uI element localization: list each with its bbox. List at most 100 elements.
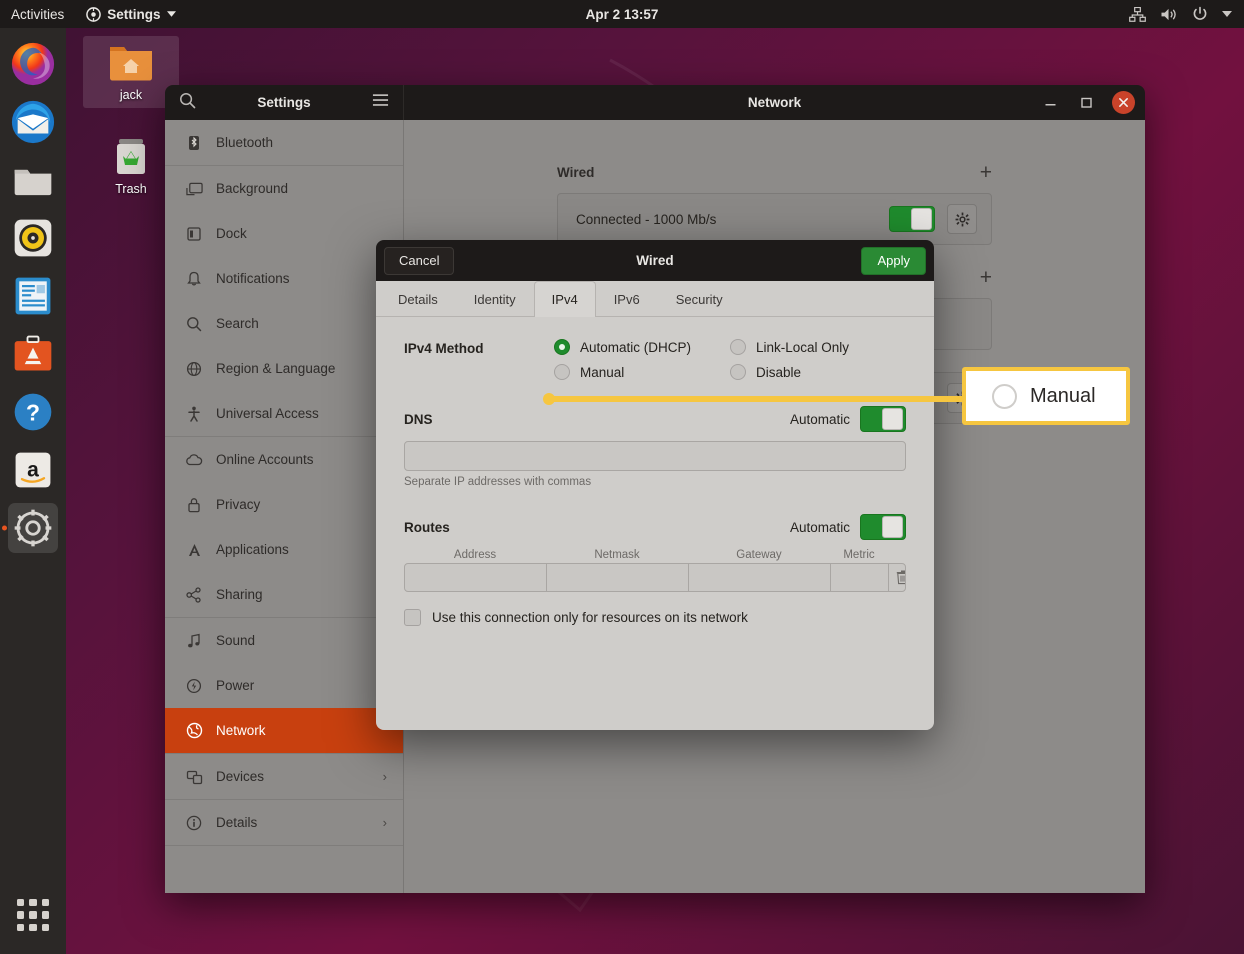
help-icon: ? [14, 393, 52, 431]
radio-indicator [554, 339, 570, 355]
radio-manual[interactable]: Manual [554, 364, 730, 380]
dock-item-files[interactable] [8, 155, 58, 205]
volume-icon[interactable] [1160, 7, 1178, 22]
dns-title: DNS [404, 411, 433, 427]
dock-item-thunderbird[interactable] [8, 97, 58, 147]
network-connection-row[interactable]: Connected - 1000 Mb/s [557, 193, 992, 245]
dialog-content: IPv4 Method Automatic (DHCP) Link-Local … [376, 317, 934, 730]
grid-dot [41, 899, 49, 907]
window-titlebar[interactable]: Settings Network [165, 85, 1145, 120]
sidebar-item-online-accounts[interactable]: Online Accounts [165, 437, 403, 482]
radio-link-local-only[interactable]: Link-Local Only [730, 339, 906, 355]
sidebar-item-universal-access[interactable]: Universal Access [165, 391, 403, 436]
sidebar-item-power[interactable]: Power [165, 663, 403, 708]
dock-item-amazon[interactable]: a [8, 445, 58, 495]
route-address-input[interactable] [405, 564, 547, 591]
radio-disable[interactable]: Disable [730, 364, 906, 380]
search-icon[interactable] [179, 92, 196, 114]
routes-automatic-toggle[interactable] [860, 514, 906, 540]
sidebar-item-privacy[interactable]: Privacy [165, 482, 403, 527]
dock-item-firefox[interactable] [8, 39, 58, 89]
dock-item-settings[interactable] [8, 503, 58, 553]
apply-button[interactable]: Apply [861, 246, 926, 275]
annotation-pointer-line [546, 396, 976, 402]
route-metric-input[interactable] [831, 564, 889, 591]
hamburger-menu-icon[interactable] [372, 93, 389, 112]
dns-input[interactable] [404, 441, 906, 471]
sidebar-item-devices[interactable]: Devices › [165, 754, 403, 799]
connection-toggle[interactable] [889, 206, 935, 232]
sidebar-item-label: Universal Access [216, 406, 319, 421]
route-netmask-input[interactable] [547, 564, 689, 591]
tab-ipv6[interactable]: IPv6 [596, 281, 658, 316]
tab-details[interactable]: Details [380, 281, 456, 316]
minimize-button[interactable] [1040, 93, 1060, 113]
sidebar-item-sound[interactable]: Sound [165, 618, 403, 663]
tab-identity[interactable]: Identity [456, 281, 534, 316]
sidebar-separator [165, 845, 403, 846]
status-indicators[interactable] [1129, 6, 1232, 22]
grid-dot [29, 923, 37, 931]
sidebar-item-label: Sound [216, 633, 256, 648]
maximize-button[interactable] [1076, 93, 1096, 113]
sidebar-header-title: Settings [257, 95, 311, 110]
sidebar-item-label: Region & Language [216, 361, 336, 376]
tab-ipv4[interactable]: IPv4 [533, 281, 596, 317]
dock: ? a [0, 28, 66, 954]
radio-indicator [730, 339, 746, 355]
restrict-connection-checkbox-row[interactable]: Use this connection only for resources o… [404, 609, 906, 626]
dialog-tabs: Details Identity IPv4 IPv6 Security [376, 281, 934, 317]
sidebar-item-details[interactable]: Details › [165, 800, 403, 845]
clock[interactable]: Apr 2 13:57 [0, 7, 1244, 22]
sidebar-item-search[interactable]: Search [165, 301, 403, 346]
toggle-knob [882, 516, 903, 538]
routes-title: Routes [404, 519, 450, 535]
desktop-icon-label: jack [119, 88, 143, 102]
dock-item-help[interactable]: ? [8, 387, 58, 437]
close-button[interactable] [1112, 91, 1135, 114]
window-title: Network [747, 95, 802, 110]
svg-text:?: ? [26, 399, 40, 425]
grid-dot [17, 899, 25, 907]
app-menu-button[interactable]: Settings [86, 7, 176, 22]
sidebar-item-bluetooth[interactable]: Bluetooth [165, 120, 403, 165]
route-delete-button[interactable] [889, 564, 905, 591]
sidebar-item-region-language[interactable]: Region & Language [165, 346, 403, 391]
activities-button[interactable]: Activities [11, 7, 64, 22]
sidebar-item-label: Privacy [216, 497, 261, 512]
sidebar-item-notifications[interactable]: Notifications [165, 256, 403, 301]
sidebar-item-label: Devices [216, 769, 265, 784]
sidebar-item-label: Dock [216, 226, 247, 241]
show-applications-button[interactable] [12, 894, 54, 936]
dns-hint: Separate IP addresses with commas [404, 476, 592, 488]
sidebar-item-applications[interactable]: Applications [165, 527, 403, 572]
sidebar-header: Settings [165, 85, 404, 120]
connection-settings-button[interactable] [947, 204, 977, 234]
dock-item-ubuntu-software[interactable] [8, 329, 58, 379]
window-controls [1040, 85, 1135, 120]
route-gateway-input[interactable] [689, 564, 831, 591]
trash-icon [896, 570, 905, 585]
sidebar-item-background[interactable]: Background [165, 166, 403, 211]
dns-automatic-toggle[interactable] [860, 406, 906, 432]
sidebar-item-network[interactable]: Network [165, 708, 403, 753]
sidebar-item-sharing[interactable]: Sharing [165, 572, 403, 617]
chevron-down-icon[interactable] [1222, 11, 1232, 17]
annotation-callout-manual: Manual [962, 367, 1130, 425]
radio-indicator [730, 364, 746, 380]
cancel-button[interactable]: Cancel [384, 246, 455, 275]
tab-security[interactable]: Security [658, 281, 741, 316]
power-icon[interactable] [1192, 6, 1208, 22]
svg-text:a: a [27, 458, 39, 481]
plus-icon[interactable]: + [980, 162, 992, 183]
radio-automatic-dhcp[interactable]: Automatic (DHCP) [554, 339, 730, 355]
network-icon[interactable] [1129, 6, 1146, 22]
restrict-connection-checkbox[interactable] [404, 609, 421, 626]
dock-item-rhythmbox[interactable] [8, 213, 58, 263]
sidebar-item-dock[interactable]: Dock [165, 211, 403, 256]
dock-item-libreoffice-writer[interactable] [8, 271, 58, 321]
sidebar-item-label: Applications [216, 542, 289, 557]
grid-dot [17, 923, 25, 931]
plus-icon[interactable]: + [980, 267, 992, 288]
rhythmbox-icon [14, 219, 52, 257]
